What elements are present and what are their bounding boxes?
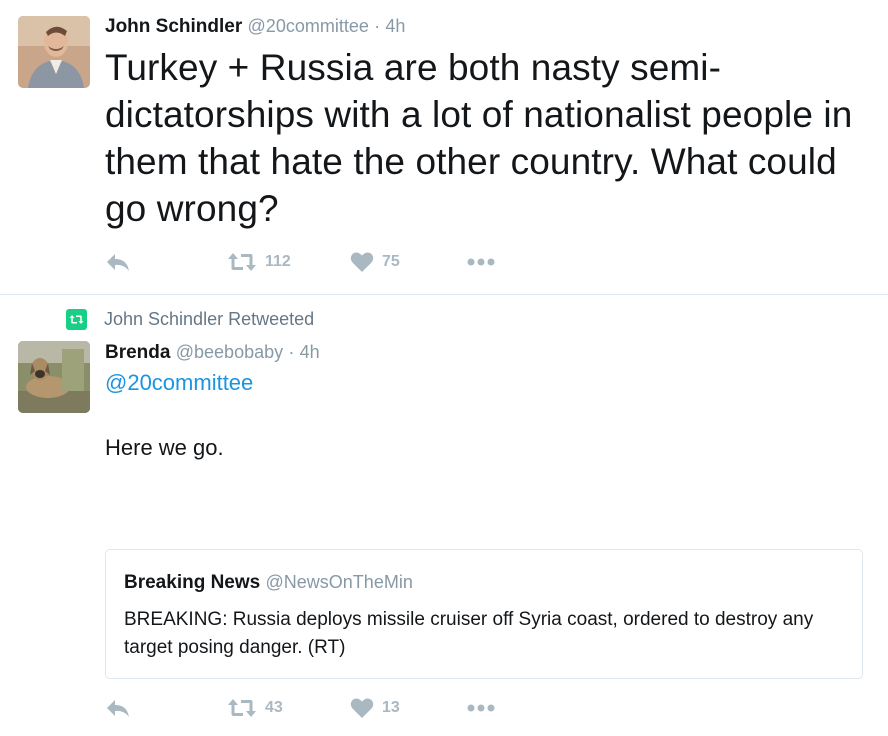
tweet-actions: 43 13 bbox=[105, 697, 525, 725]
quoted-author-handle[interactable]: @NewsOnTheMin bbox=[266, 572, 413, 592]
retweet-count: 112 bbox=[265, 253, 291, 270]
author-name[interactable]: Brenda bbox=[105, 342, 170, 363]
meta-separator: · bbox=[374, 16, 381, 36]
reply-icon bbox=[107, 254, 129, 271]
tweet-actions: 112 75 bbox=[105, 251, 525, 279]
tweet-john-schindler[interactable]: John Schindler @20committee · 4h Turkey … bbox=[0, 0, 888, 294]
reply-button[interactable] bbox=[105, 251, 131, 273]
mention-link[interactable]: @20committee bbox=[105, 370, 253, 396]
heart-icon bbox=[350, 252, 374, 272]
avatar-john-schindler[interactable] bbox=[18, 16, 90, 88]
retweet-badge-icon bbox=[66, 309, 87, 330]
quoted-tweet-text: BREAKING: Russia deploys missile cruiser… bbox=[124, 609, 814, 658]
quoted-tweet[interactable]: Breaking News @NewsOnTheMin BREAKING: Ru… bbox=[105, 549, 863, 679]
quoted-author-name[interactable]: Breaking News bbox=[124, 572, 260, 593]
retweet-icon bbox=[228, 253, 256, 271]
tweet-timestamp[interactable]: 4h bbox=[300, 342, 320, 362]
heart-icon bbox=[350, 698, 374, 718]
retweet-button[interactable]: 112 bbox=[227, 251, 291, 273]
like-count: 13 bbox=[382, 699, 400, 716]
tweet-text: Turkey + Russia are both nasty semi-dict… bbox=[105, 47, 853, 229]
more-button[interactable] bbox=[467, 697, 495, 719]
tweet-divider bbox=[0, 294, 888, 295]
more-icon bbox=[467, 704, 495, 712]
reply-icon bbox=[107, 700, 129, 717]
author-handle[interactable]: @20committee bbox=[248, 16, 369, 36]
retweet-button[interactable]: 43 bbox=[227, 697, 283, 719]
like-button[interactable]: 13 bbox=[350, 697, 400, 719]
tweet-text: Here we go. bbox=[105, 435, 224, 460]
meta-separator: · bbox=[288, 342, 295, 362]
more-button[interactable] bbox=[467, 251, 495, 273]
retweet-context[interactable]: John Schindler Retweeted bbox=[66, 309, 314, 330]
author-name[interactable]: John Schindler bbox=[105, 16, 242, 37]
author-handle[interactable]: @beebobaby bbox=[176, 342, 283, 362]
tweet-timestamp[interactable]: 4h bbox=[385, 16, 405, 36]
retweet-context-label: John Schindler Retweeted bbox=[104, 309, 315, 329]
like-count: 75 bbox=[382, 253, 400, 270]
avatar-brenda[interactable] bbox=[18, 341, 90, 413]
like-button[interactable]: 75 bbox=[350, 251, 400, 273]
retweet-icon bbox=[228, 699, 256, 717]
more-icon bbox=[467, 258, 495, 266]
reply-button[interactable] bbox=[105, 697, 131, 719]
retweet-count: 43 bbox=[265, 699, 283, 716]
